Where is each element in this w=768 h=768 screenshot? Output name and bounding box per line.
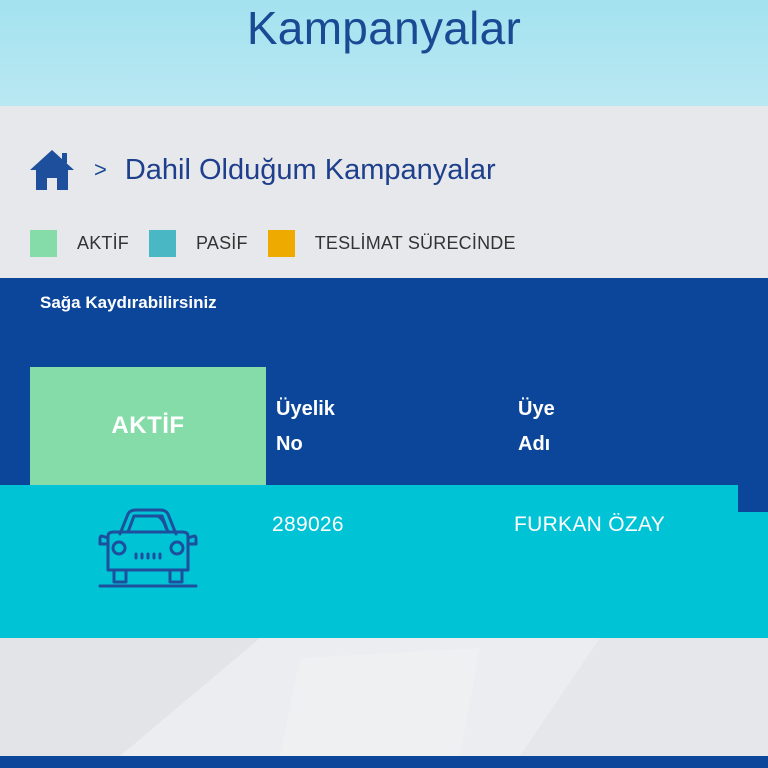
background-area-lower	[0, 638, 768, 756]
legend-item-active: AKTİF	[30, 229, 130, 257]
breadcrumb: > Dahil Olduğum Kampanyalar	[28, 146, 496, 194]
legend-swatch-delivery	[267, 229, 295, 257]
legend-swatch-passive	[149, 229, 177, 257]
legend-item-passive: PASİF	[149, 229, 248, 257]
membership-no-header-line1: Üyelik	[276, 398, 335, 420]
page-title: Kampanyalar	[246, 2, 522, 54]
legend-label-active: AKTİF	[77, 232, 130, 253]
footer-bar	[0, 756, 768, 768]
row-edge	[738, 485, 768, 512]
membership-no-header-line2: No	[276, 433, 303, 455]
scroll-hint: Sağa Kaydırabilirsiniz	[40, 293, 217, 312]
legend-item-delivery: TESLİMAT SÜRECİNDE	[267, 229, 516, 257]
member-name-header: Üye Adı	[518, 392, 555, 462]
legend-label-delivery: TESLİMAT SÜRECİNDE	[314, 232, 516, 253]
cell-member-name: FURKAN ÖZAY	[514, 513, 666, 536]
legend-swatch-active	[30, 229, 57, 257]
member-name-header-line2: Adı	[518, 433, 551, 455]
membership-no-header: Üyelik No	[276, 392, 335, 462]
member-name-header-line1: Üye	[518, 398, 555, 420]
breadcrumb-current: Dahil Olduğum Kampanyalar	[124, 153, 496, 186]
legend-label-passive: PASİF	[196, 232, 248, 253]
car-icon	[98, 508, 198, 588]
status-legend: AKTİF PASİF TESLİMAT SÜRECİNDE	[30, 229, 536, 257]
status-header-label: AKTİF	[111, 412, 185, 439]
background-pattern-lower	[0, 638, 768, 756]
cell-membership-no: 289026	[272, 513, 344, 536]
home-icon[interactable]	[28, 148, 76, 192]
breadcrumb-separator: >	[94, 157, 107, 182]
page-header: Kampanyalar	[0, 0, 768, 106]
status-column-header: AKTİF	[30, 367, 266, 485]
